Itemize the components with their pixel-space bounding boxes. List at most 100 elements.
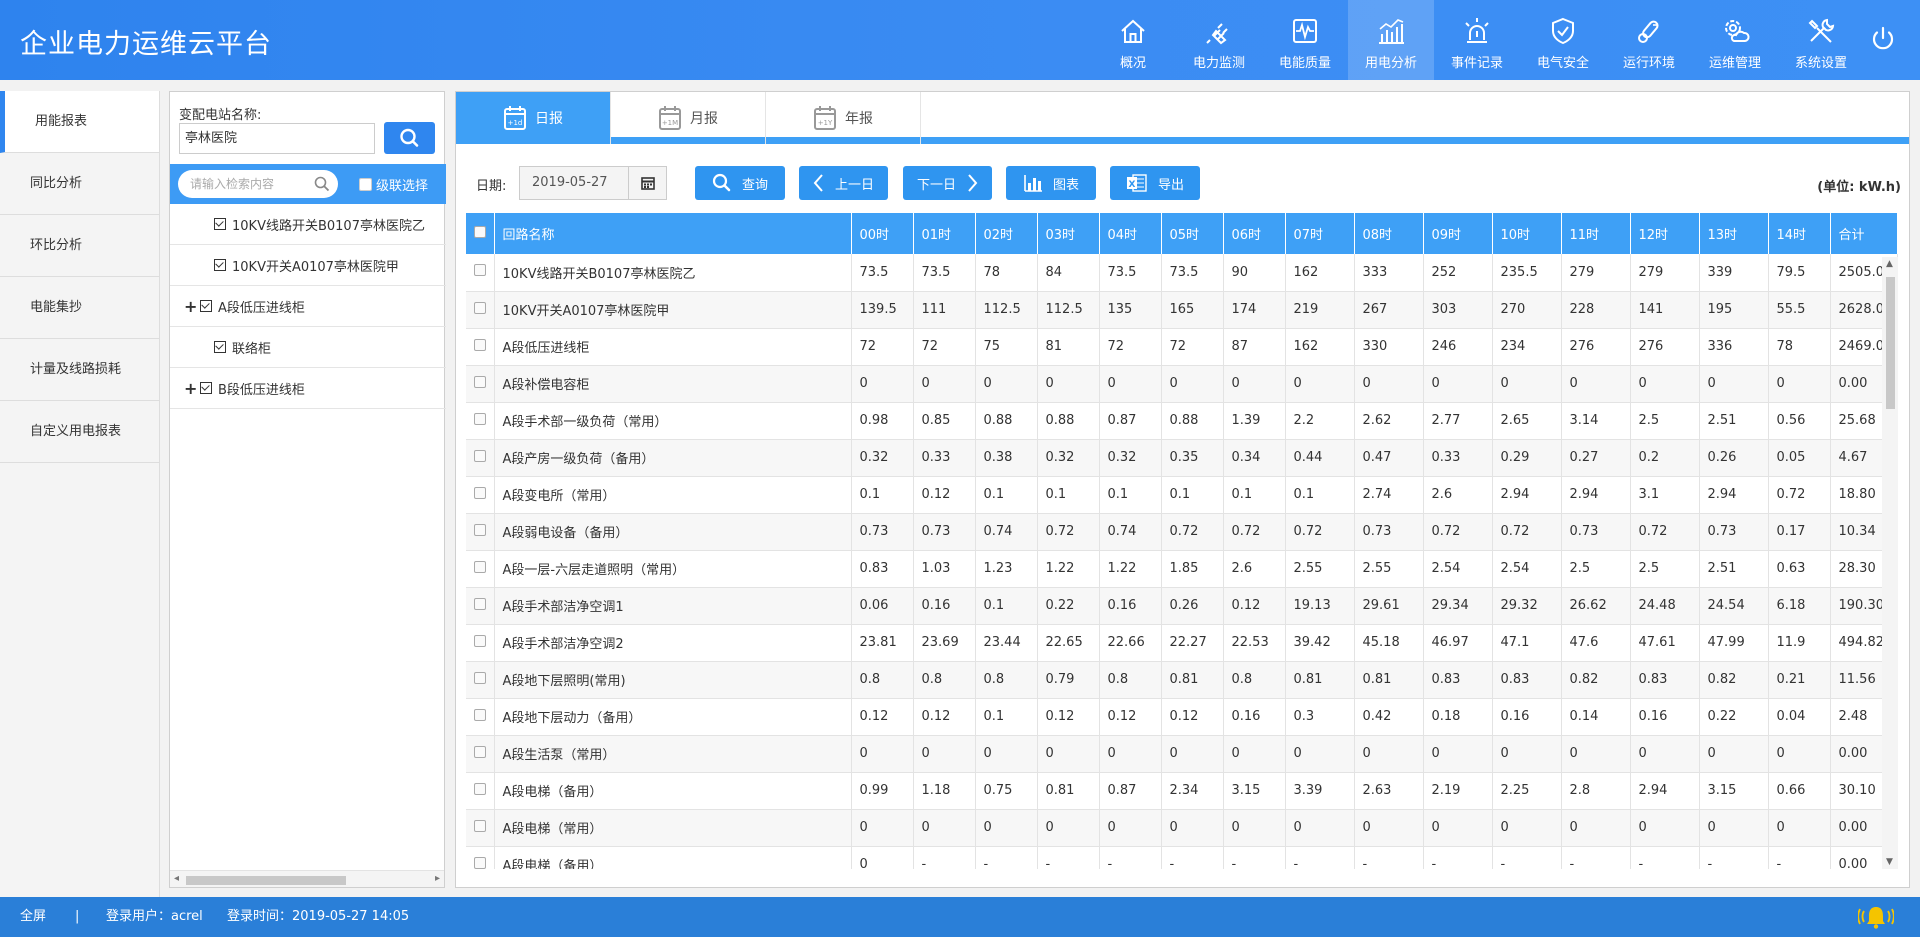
table-row[interactable]: A段变电所（常用） 0.1 0.12 0.1 0.1 0.1 0.1 0.1 0.1 2.74 2.… xyxy=(466,476,1898,514)
table-row[interactable]: A段一层-六层走道照明（常用） 0.83 1.03 1.23 1.22 1.22 1.85 2… xyxy=(466,550,1898,588)
table-row[interactable]: A段补偿电容柜 0 0 0 0 0 0 0 0 0 0 0 0 0 0 0 0.00 xyxy=(466,365,1898,403)
checkbox-checked-icon[interactable] xyxy=(214,259,226,271)
column-header[interactable]: 合计 xyxy=(1830,213,1898,254)
table-row[interactable]: 10KV开关A0107亭林医院甲 139.5 111 112.5 112.5 135 165… xyxy=(466,291,1898,329)
nav-item-0[interactable]: 概况 xyxy=(1090,0,1176,80)
station-search-button[interactable] xyxy=(384,122,435,154)
expand-plus-icon[interactable]: + xyxy=(184,379,198,398)
column-header[interactable]: 06时 xyxy=(1223,213,1286,254)
column-header[interactable]: 12时 xyxy=(1630,213,1700,254)
row-checkbox[interactable] xyxy=(466,254,495,292)
scroll-thumb[interactable] xyxy=(1886,277,1895,409)
row-checkbox[interactable] xyxy=(466,846,495,869)
sidebar-item-1[interactable]: 同比分析 xyxy=(0,153,159,215)
row-checkbox[interactable] xyxy=(466,328,495,366)
nav-item-1[interactable]: 电力监测 xyxy=(1176,0,1262,80)
row-checkbox[interactable] xyxy=(466,587,495,625)
table-row[interactable]: A段低压进线柜 72 72 75 81 72 72 87 162 330 246 234 276 276 3… xyxy=(466,328,1898,366)
table-row[interactable]: A段生活泵（常用） 0 0 0 0 0 0 0 0 0 0 0 0 0 0 0 0.00 xyxy=(466,735,1898,773)
tree-node[interactable]: + A段低压进线柜 xyxy=(170,286,446,327)
cascade-select-checkbox[interactable]: 级联选择 xyxy=(359,175,428,194)
table-vertical-scrollbar[interactable]: ▲ ▼ xyxy=(1882,257,1898,869)
tree-filter-input[interactable]: 请输入检索内容 xyxy=(178,170,338,198)
table-row[interactable]: A段手术部洁净空调2 23.81 23.69 23.44 22.65 22.66 22.27… xyxy=(466,624,1898,662)
date-input[interactable]: 2019-05-27 xyxy=(519,166,629,200)
scroll-down-icon[interactable]: ▼ xyxy=(1886,857,1893,867)
checkbox-checked-icon[interactable] xyxy=(214,341,226,353)
date-picker-button[interactable] xyxy=(629,166,667,200)
row-checkbox[interactable] xyxy=(466,735,495,773)
sidebar-item-0[interactable]: 用能报表 xyxy=(0,91,159,153)
row-checkbox[interactable] xyxy=(466,809,495,847)
column-header[interactable]: 00时 xyxy=(851,213,914,254)
alarm-bell-icon[interactable] xyxy=(1858,903,1894,931)
tab-1[interactable]: +1M 月报 xyxy=(611,92,766,144)
prev-day-button[interactable]: 上一日 xyxy=(799,166,888,200)
tree-node[interactable]: 联络柜 xyxy=(170,327,446,368)
nav-item-5[interactable]: 电气安全 xyxy=(1520,0,1606,80)
nav-item-2[interactable]: 电能质量 xyxy=(1262,0,1348,80)
expand-plus-icon[interactable]: + xyxy=(184,297,198,316)
column-header[interactable]: 回路名称 xyxy=(494,213,852,254)
column-header[interactable]: 13时 xyxy=(1699,213,1769,254)
nav-item-7[interactable]: 运维管理 xyxy=(1692,0,1778,80)
station-input[interactable]: 亭林医院 xyxy=(179,123,375,154)
row-checkbox[interactable] xyxy=(466,661,495,699)
power-icon[interactable] xyxy=(1868,24,1898,54)
table-row[interactable]: A段产房一级负荷（备用） 0.32 0.33 0.38 0.32 0.32 0.35 0.34… xyxy=(466,439,1898,477)
row-checkbox[interactable] xyxy=(466,513,495,551)
table-row[interactable]: A段地下层动力（备用） 0.12 0.12 0.1 0.12 0.12 0.12 0.16 0.… xyxy=(466,698,1898,736)
row-checkbox[interactable] xyxy=(466,365,495,403)
column-header[interactable]: 02时 xyxy=(975,213,1038,254)
row-checkbox[interactable] xyxy=(466,624,495,662)
sidebar-item-3[interactable]: 电能集抄 xyxy=(0,277,159,339)
row-checkbox[interactable] xyxy=(466,439,495,477)
nav-item-6[interactable]: 运行环境 xyxy=(1606,0,1692,80)
column-header[interactable]: 11时 xyxy=(1561,213,1631,254)
scroll-left-icon[interactable]: ◂ xyxy=(174,873,179,884)
row-checkbox[interactable] xyxy=(466,698,495,736)
table-row[interactable]: 10KV线路开关B0107亭林医院乙 73.5 73.5 78 84 73.5 73.5 90… xyxy=(466,254,1898,292)
scroll-up-icon[interactable]: ▲ xyxy=(1886,259,1893,269)
fullscreen-link[interactable]: 全屏 xyxy=(20,897,46,937)
column-header[interactable]: 05时 xyxy=(1161,213,1224,254)
table-row[interactable]: A段地下层照明(常用) 0.8 0.8 0.8 0.79 0.8 0.81 0.8 0.81 0.… xyxy=(466,661,1898,699)
tree-node[interactable]: 10KV开关A0107亭林医院甲 xyxy=(170,245,446,286)
column-header[interactable]: 04时 xyxy=(1099,213,1162,254)
row-checkbox[interactable] xyxy=(466,402,495,440)
checkbox-checked-icon[interactable] xyxy=(200,300,212,312)
column-header[interactable]: 09时 xyxy=(1423,213,1493,254)
scroll-right-icon[interactable]: ▸ xyxy=(435,873,440,884)
column-header[interactable]: 08时 xyxy=(1354,213,1424,254)
tree-node[interactable]: 10KV线路开关B0107亭林医院乙 xyxy=(170,204,446,245)
column-header[interactable]: 03时 xyxy=(1037,213,1100,254)
tab-2[interactable]: +1Y 年报 xyxy=(766,92,921,144)
table-row[interactable]: A段手术部一级负荷（常用） 0.98 0.85 0.88 0.88 0.87 0.88 1.3… xyxy=(466,402,1898,440)
row-checkbox[interactable] xyxy=(466,772,495,810)
checkbox-checked-icon[interactable] xyxy=(214,218,226,230)
column-header[interactable]: 01时 xyxy=(913,213,976,254)
row-checkbox[interactable] xyxy=(466,550,495,588)
column-header[interactable]: 07时 xyxy=(1285,213,1355,254)
query-button[interactable]: 查询 xyxy=(695,166,785,200)
nav-item-3[interactable]: 用电分析 xyxy=(1348,0,1434,80)
tree-node[interactable]: + B段低压进线柜 xyxy=(170,368,446,409)
tree-horizontal-scrollbar[interactable]: ◂ ▸ xyxy=(170,870,444,887)
row-checkbox[interactable] xyxy=(466,476,495,514)
sidebar-item-4[interactable]: 计量及线路损耗 xyxy=(0,339,159,401)
export-button[interactable]: X 导出 xyxy=(1110,166,1200,200)
tab-0[interactable]: +1d 日报 xyxy=(456,92,611,144)
checkbox-checked-icon[interactable] xyxy=(200,382,212,394)
table-row[interactable]: A段电梯（常用） 0 0 0 0 0 0 0 0 0 0 0 0 0 0 0 0.00 xyxy=(466,809,1898,847)
nav-item-4[interactable]: 事件记录 xyxy=(1434,0,1520,80)
sidebar-item-5[interactable]: 自定义用电报表 xyxy=(0,401,159,463)
column-header[interactable]: 10时 xyxy=(1492,213,1562,254)
chart-button[interactable]: 图表 xyxy=(1006,166,1096,200)
scroll-thumb[interactable] xyxy=(186,876,346,885)
next-day-button[interactable]: 下一日 xyxy=(903,166,992,200)
sidebar-item-2[interactable]: 环比分析 xyxy=(0,215,159,277)
table-row[interactable]: A段手术部洁净空调1 0.06 0.16 0.1 0.22 0.16 0.26 0.12 19.… xyxy=(466,587,1898,625)
nav-item-8[interactable]: 系统设置 xyxy=(1778,0,1864,80)
table-row[interactable]: A段电梯（备用） 0.99 1.18 0.75 0.81 0.87 2.34 3.15 3.39… xyxy=(466,772,1898,810)
select-all-checkbox[interactable] xyxy=(466,213,495,254)
